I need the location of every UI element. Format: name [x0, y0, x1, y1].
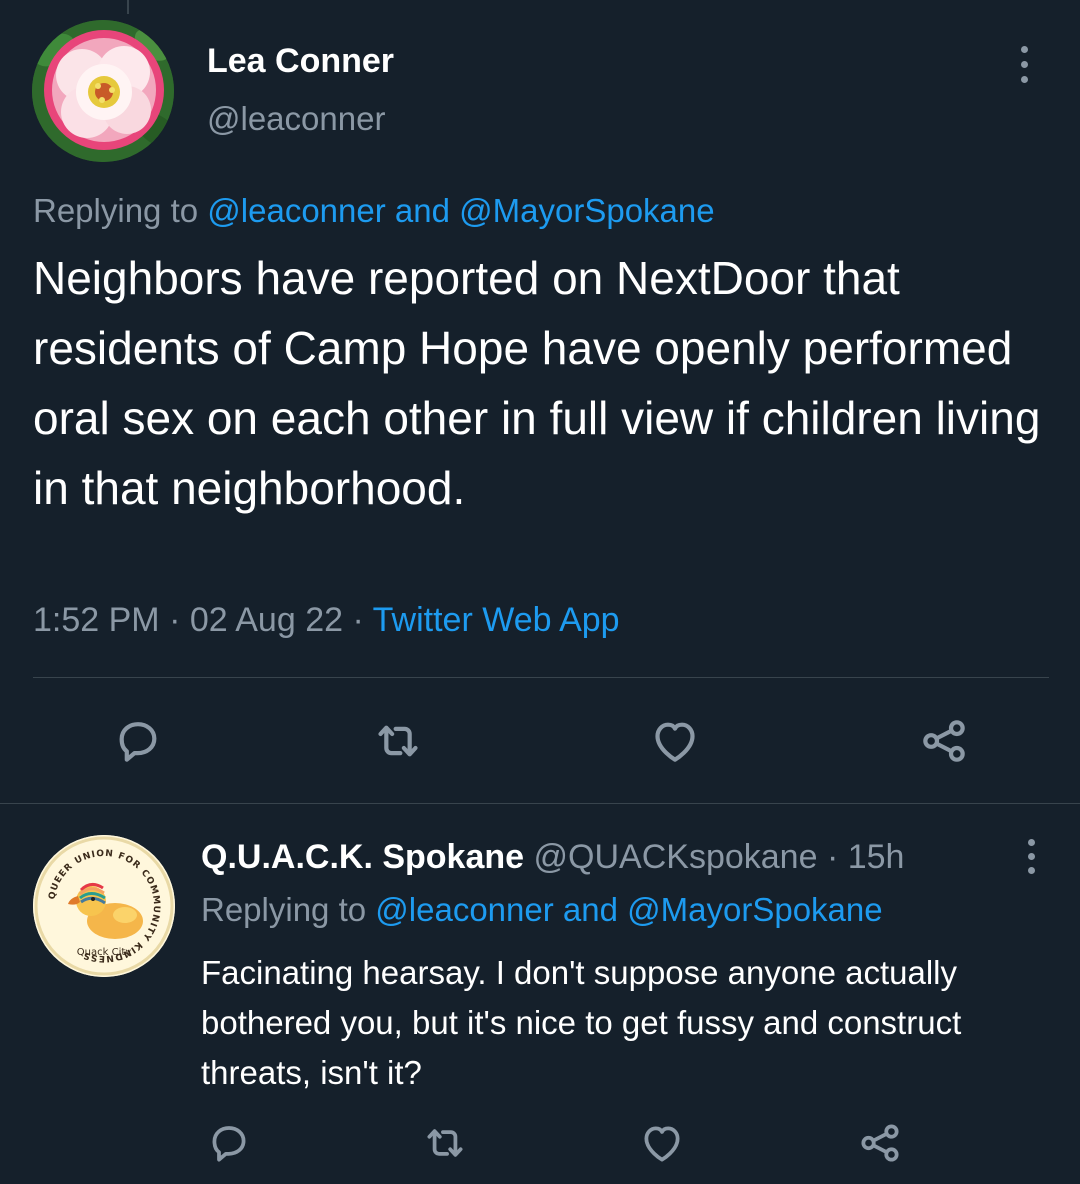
retweet-icon	[378, 725, 418, 757]
share-icon	[861, 1124, 899, 1162]
replying-to-line: Replying to @leaconner and @MayorSpokane	[33, 192, 715, 230]
rose-flower-avatar-icon	[32, 20, 174, 162]
tweet-time[interactable]: 1:52 PM	[33, 601, 160, 639]
tweet-text: Neighbors have reported on NextDoor that…	[33, 252, 1041, 514]
tweet-meta: 1:52 PM · 02 Aug 22 · Twitter Web App	[33, 601, 620, 640]
duck-logo-avatar-icon: QUEER UNION FOR COMMUNITY KINDNESS Quack…	[33, 835, 175, 977]
meta-separator: ·	[352, 601, 364, 639]
reply-retweet-button[interactable]	[420, 1118, 470, 1168]
mention-mayorspokane[interactable]: @MayorSpokane	[627, 891, 882, 928]
author-name[interactable]: Lea Conner	[207, 42, 394, 81]
tweet-divider	[0, 803, 1080, 804]
like-button[interactable]	[647, 713, 703, 769]
reply-text: Facinating hearsay. I don't suppose anyo…	[201, 954, 962, 1091]
share-button[interactable]	[916, 713, 972, 769]
thread-connector-line	[127, 0, 129, 14]
retweet-icon	[427, 1129, 463, 1157]
reply-reply-button[interactable]	[204, 1118, 254, 1168]
reply-author-handle[interactable]: @QUACKspokane	[534, 838, 818, 876]
mention-leaconner[interactable]: @leaconner	[375, 891, 553, 928]
quack-spokane-avatar[interactable]: QUEER UNION FOR COMMUNITY KINDNESS Quack…	[33, 835, 175, 977]
reply-replying-to-line: Replying to @leaconner and @MayorSpokane	[201, 891, 883, 929]
tweet-source[interactable]: Twitter Web App	[373, 601, 620, 639]
reply-author-name[interactable]: Q.U.A.C.K. Spokane	[201, 838, 524, 876]
divider	[33, 677, 1049, 678]
tweet-date[interactable]: 02 Aug 22	[190, 601, 343, 639]
reply-like-button[interactable]	[637, 1118, 687, 1168]
mention-and-link[interactable]: and	[395, 192, 450, 229]
reply-icon	[212, 1126, 246, 1162]
replying-to-label: Replying to	[201, 891, 367, 928]
reply-more-options-icon[interactable]	[1012, 835, 1052, 879]
share-icon	[923, 720, 965, 762]
reply-age[interactable]: 15h	[848, 838, 905, 876]
like-icon	[655, 722, 695, 762]
meta-separator: ·	[826, 838, 839, 876]
mention-mayorspokane[interactable]: @MayorSpokane	[459, 192, 714, 229]
mention-leaconner[interactable]: @leaconner	[207, 192, 385, 229]
reply-share-button[interactable]	[855, 1118, 905, 1168]
author-handle[interactable]: @leaconner	[207, 100, 385, 138]
lea-conner-avatar[interactable]	[32, 20, 174, 162]
mention-and-link[interactable]: and	[563, 891, 618, 928]
retweet-button[interactable]	[370, 713, 426, 769]
reply-icon	[119, 722, 157, 762]
more-options-icon[interactable]	[1005, 40, 1045, 90]
meta-separator: ·	[169, 601, 181, 639]
like-icon	[644, 1126, 680, 1162]
reply-header: Q.U.A.C.K. Spokane @QUACKspokane · 15h	[201, 838, 904, 877]
replying-to-label: Replying to	[33, 192, 199, 229]
reply-button[interactable]	[110, 713, 166, 769]
svg-text:Quack City: Quack City	[77, 947, 131, 958]
